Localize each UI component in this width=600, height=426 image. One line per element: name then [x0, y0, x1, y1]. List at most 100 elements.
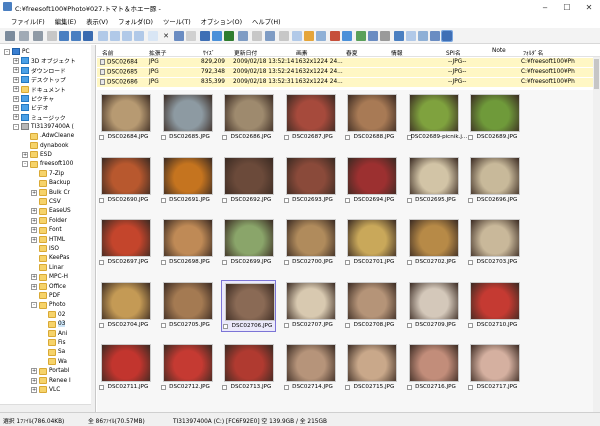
column-note[interactable]: Note	[492, 48, 506, 54]
thumbnail[interactable]: DSC02688.JPG	[344, 92, 399, 144]
thumbnail[interactable]: DSC02690.JPG	[98, 155, 153, 207]
thumbnail[interactable]: DSC02693.JPG	[283, 155, 338, 207]
tree-item[interactable]: Sa	[40, 348, 65, 357]
tree-item[interactable]: + HTML	[31, 235, 65, 244]
tree-item[interactable]: + EaseUS	[31, 207, 71, 216]
thumbnail[interactable]: DSC02708.JPG	[344, 280, 399, 332]
tree-item[interactable]: + ESD	[22, 150, 52, 159]
copy-to-icon[interactable]	[148, 31, 158, 41]
thumbnail[interactable]: DSC02698.JPG	[160, 217, 215, 269]
thumbnail[interactable]: DSC02687.JPG	[283, 92, 338, 144]
print-icon[interactable]	[224, 31, 234, 41]
tree-item[interactable]: .AdwCleane	[22, 132, 74, 141]
list-row[interactable]: DSC02685 JPG 792,348 2009/02/18 13:52:24…	[97, 68, 593, 77]
dropdown-icon[interactable]	[279, 31, 289, 41]
favorites-icon[interactable]	[83, 31, 93, 41]
rename-icon[interactable]	[174, 31, 184, 41]
thumbnail[interactable]: DSC02686.JPG	[221, 92, 276, 144]
minimize-button[interactable]: ‒	[534, 0, 556, 14]
cut-icon[interactable]	[98, 31, 108, 41]
thumbnail[interactable]: DSC02702.JPG	[406, 217, 461, 269]
thumbnail[interactable]: DSC02706.JPG	[221, 279, 276, 332]
menu-folder[interactable]: フォルダ(D)	[113, 14, 158, 27]
folder-up-icon[interactable]	[59, 31, 69, 41]
zoom-icon[interactable]	[406, 31, 416, 41]
back-icon[interactable]	[5, 31, 15, 41]
thumbnail[interactable]: DSC02709.JPG	[406, 280, 461, 332]
column-spi[interactable]: SPI名	[446, 48, 461, 57]
scrollbar-thumb[interactable]	[594, 59, 599, 89]
thumbnail[interactable]: DSC02689-picnik.j...	[406, 92, 467, 144]
menu-view[interactable]: 表示(V)	[81, 14, 113, 27]
close-button[interactable]: ✕	[578, 0, 600, 14]
thumbnail[interactable]: DSC02694.JPG	[344, 155, 399, 207]
tree-item[interactable]: + ミュージック	[13, 113, 66, 122]
save-icon[interactable]	[200, 31, 210, 41]
tree-item[interactable]: Backup	[31, 179, 70, 188]
tree-item[interactable]: + Portabl	[31, 367, 69, 376]
expand-icon[interactable]: +	[31, 274, 37, 281]
rotate-icon[interactable]	[304, 31, 314, 41]
collapse-icon[interactable]: -	[31, 302, 37, 309]
thumbnail[interactable]: DSC02717.JPG	[467, 342, 522, 394]
menu-tools[interactable]: ツール(T)	[158, 14, 196, 27]
tree-item[interactable]: + デスクトップ	[13, 75, 66, 84]
convert-icon[interactable]	[380, 31, 390, 41]
expand-icon[interactable]: +	[13, 86, 19, 93]
expand-icon[interactable]: +	[31, 236, 37, 243]
tree-item[interactable]: + Font	[31, 226, 62, 235]
dropdown-icon[interactable]	[19, 31, 29, 41]
tree-item[interactable]: + Renee I	[31, 376, 71, 385]
expand-icon[interactable]: +	[22, 151, 28, 158]
expand-icon[interactable]: +	[31, 189, 37, 196]
column-date[interactable]: 更新日付	[234, 48, 257, 57]
expand-icon[interactable]: +	[13, 57, 19, 64]
expand-icon[interactable]: +	[13, 104, 19, 111]
thumbnail[interactable]: DSC02695.JPG	[406, 155, 461, 207]
column-folder[interactable]: ﾌｫﾙﾀﾞ名	[523, 48, 543, 57]
thumbnail[interactable]: DSC02710.JPG	[467, 280, 522, 332]
tree-item[interactable]: + ドキュメント	[13, 85, 66, 94]
tree-item[interactable]: 03	[40, 320, 66, 329]
tree-item[interactable]: +3D オブジェクト	[13, 56, 76, 65]
tree-item[interactable]: + MPC-H	[31, 273, 68, 282]
thumbnail[interactable]: DSC02684.JPG	[98, 92, 153, 144]
view-mode-icon[interactable]	[265, 31, 275, 41]
expand-icon[interactable]: +	[13, 114, 19, 121]
maximize-button[interactable]: ☐	[556, 0, 578, 14]
tree-item[interactable]: Linar	[31, 263, 63, 272]
thumbnail[interactable]: DSC02713.JPG	[221, 342, 276, 394]
thumbnail[interactable]: DSC02705.JPG	[160, 280, 215, 332]
thumbnail[interactable]: DSC02701.JPG	[344, 217, 399, 269]
menu-help[interactable]: ヘルプ(H)	[247, 14, 286, 27]
detail-view-icon[interactable]	[430, 31, 440, 41]
expand-icon[interactable]: +	[31, 368, 37, 375]
copy-icon[interactable]	[110, 31, 120, 41]
tree-item[interactable]: + ダウンロード	[13, 66, 66, 75]
tree-item[interactable]: - freesoft100	[22, 160, 73, 169]
thumbnail[interactable]: DSC02715.JPG	[344, 342, 399, 394]
tree-item[interactable]: + Bulk Cr	[31, 188, 70, 197]
thumbnail[interactable]: DSC02700.JPG	[283, 217, 338, 269]
tree-item[interactable]: Fis	[40, 338, 66, 347]
expand-icon[interactable]: +	[31, 217, 37, 224]
collapse-icon[interactable]: -	[13, 123, 19, 130]
resize-icon[interactable]	[368, 31, 378, 41]
column-season[interactable]: 春夏	[346, 48, 358, 57]
thumbnail[interactable]: DSC02691.JPG	[160, 155, 215, 207]
menu-options[interactable]: オプション(O)	[196, 14, 247, 27]
tree-item[interactable]: + Office	[31, 282, 66, 291]
expand-icon[interactable]: +	[31, 227, 37, 234]
menu-edit[interactable]: 編集(E)	[50, 14, 82, 27]
open-with-icon[interactable]	[212, 31, 222, 41]
list-view-icon[interactable]	[418, 31, 428, 41]
tree-item[interactable]: + Folder	[31, 216, 67, 225]
thumbnail[interactable]: DSC02704.JPG	[98, 280, 153, 332]
tree-item[interactable]: 02	[40, 310, 65, 319]
tree-item[interactable]: KeePas	[31, 254, 69, 263]
delete-icon[interactable]: ✕	[161, 31, 171, 41]
dropdown-icon[interactable]	[47, 31, 57, 41]
search-icon[interactable]	[394, 31, 404, 41]
thumbnail[interactable]: DSC02699.JPG	[221, 217, 276, 269]
expand-icon[interactable]: +	[31, 377, 37, 384]
